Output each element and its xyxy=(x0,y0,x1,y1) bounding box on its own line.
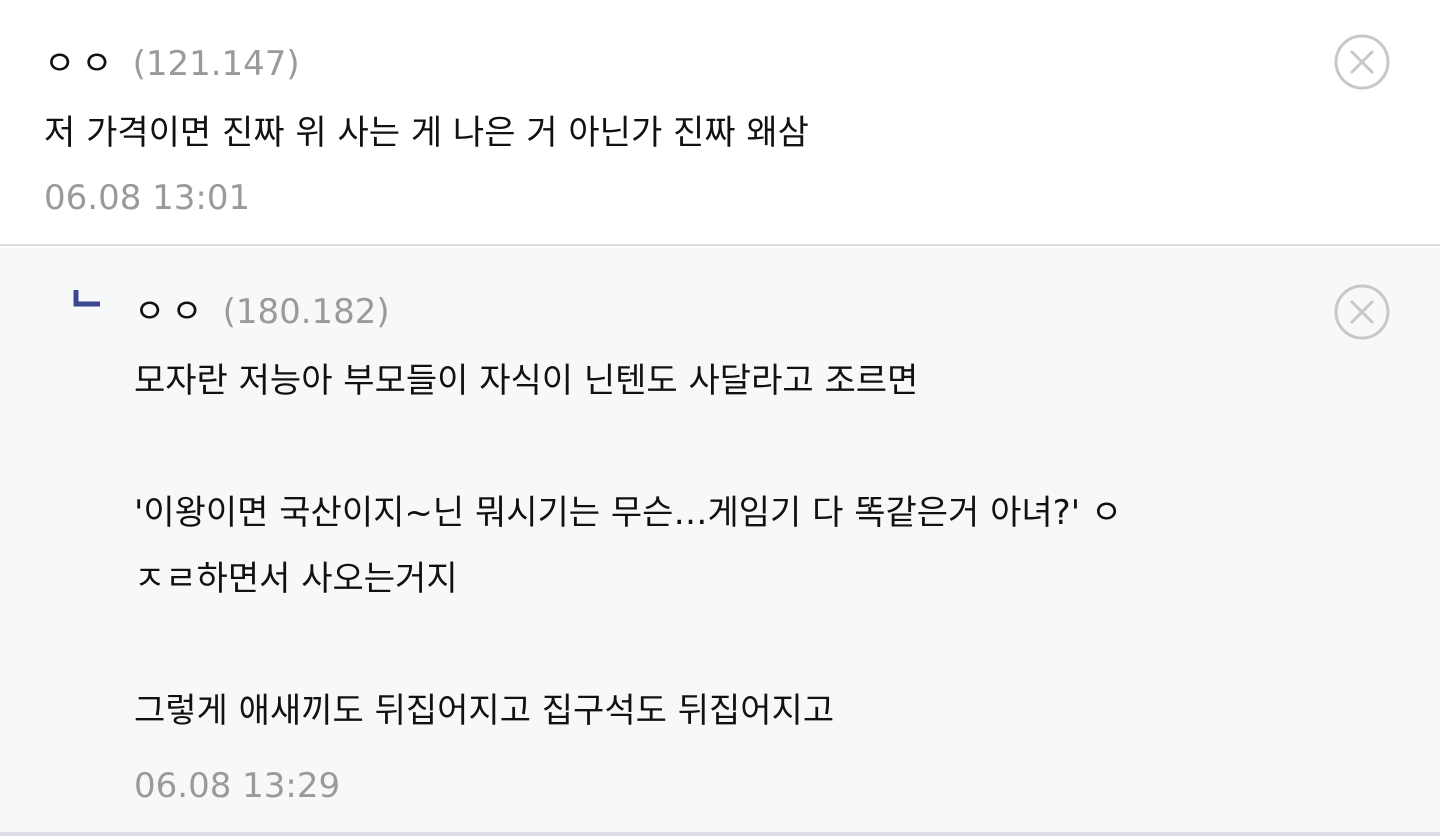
comment-timestamp: 06.08 13:01 xyxy=(44,178,251,218)
reply-nickname[interactable]: ㅇㅇ xyxy=(134,284,209,333)
reply-arrow-icon xyxy=(73,290,100,307)
comment-author: ㅇㅇ (121.147) xyxy=(44,36,300,85)
close-circle-icon[interactable] xyxy=(1334,34,1390,90)
reply-item: ㅇㅇ (180.182) 모자란 저능아 부모들이 자식이 닌텐도 사달라고 조… xyxy=(0,248,1440,836)
comment-text: 저 가격이면 진짜 위 사는 게 나은 거 아닌가 진짜 왜삼 xyxy=(44,113,809,153)
close-circle-icon[interactable] xyxy=(1334,284,1390,340)
reply-ip: (180.182) xyxy=(222,292,390,332)
reply-timestamp: 06.08 13:29 xyxy=(134,766,341,806)
reply-author: ㅇㅇ (180.182) xyxy=(134,284,390,333)
reply-text: 모자란 저능아 부모들이 자식이 닌텐도 사달라고 조르면 '이왕이면 국산이지… xyxy=(134,361,1123,731)
comment-item: ㅇㅇ (121.147) 저 가격이면 진짜 위 사는 게 나은 거 아닌가 진… xyxy=(0,0,1440,246)
comment-nickname[interactable]: ㅇㅇ xyxy=(44,36,119,85)
comment-ip: (121.147) xyxy=(132,44,300,84)
